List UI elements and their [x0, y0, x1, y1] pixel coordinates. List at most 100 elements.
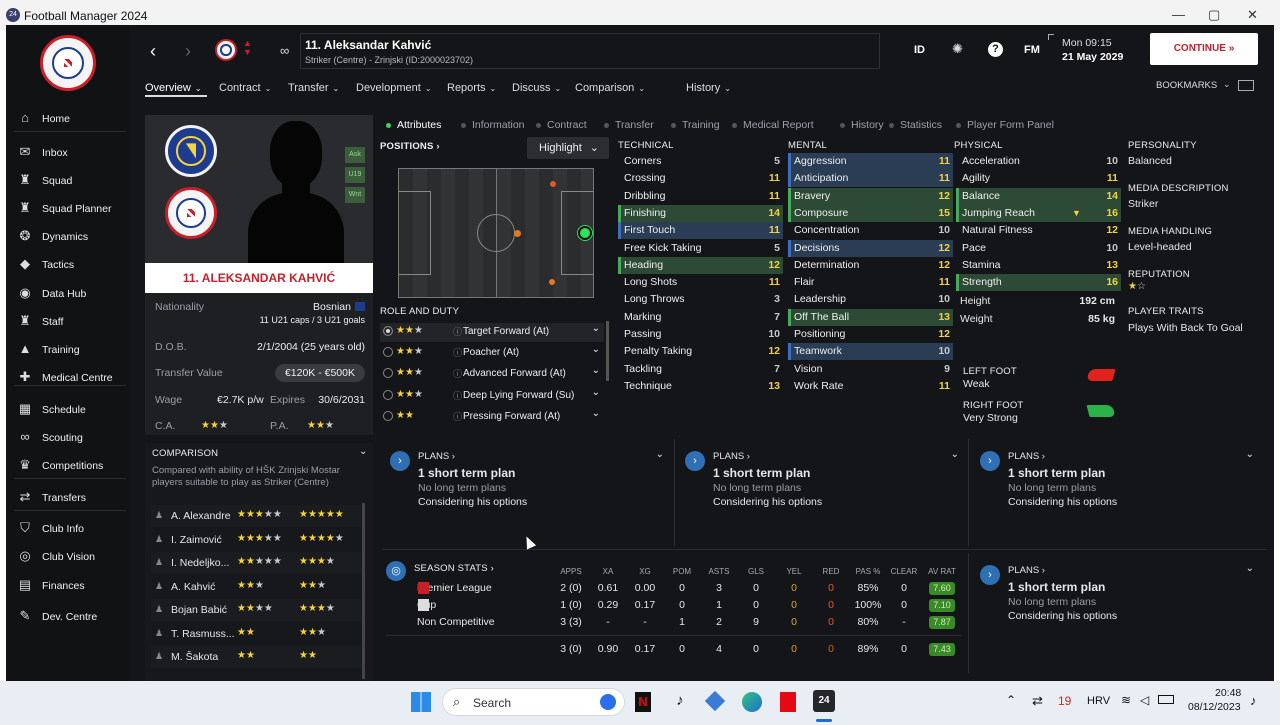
plan-dropdown-icon[interactable]: ⌄: [1246, 563, 1254, 574]
info-icon[interactable]: ⓘ: [453, 410, 462, 423]
language-indicator[interactable]: HRV: [1087, 695, 1110, 707]
attribute-row[interactable]: First Touch 11: [618, 222, 783, 240]
attribute-row[interactable]: Aggression 11: [788, 153, 953, 170]
info-icon[interactable]: ⓘ: [453, 325, 462, 338]
badge-u19[interactable]: U19: [345, 167, 365, 183]
attribute-row[interactable]: Flair 11: [788, 274, 953, 291]
plans-chevron-icon[interactable]: ›: [390, 451, 410, 471]
sidebar-item-dev-centre[interactable]: ✎ Dev. Centre: [14, 606, 130, 628]
attribute-row[interactable]: Finishing 14: [618, 204, 783, 222]
minimize-button[interactable]: —: [1172, 7, 1185, 22]
subtab-attributes[interactable]: Attributes: [386, 119, 441, 131]
transfer-value[interactable]: €120K - €500K: [274, 364, 365, 382]
comparison-row[interactable]: ♟ T. Rasmuss... ★★ ★★★: [151, 623, 361, 645]
role-row[interactable]: ★★★ ⓘ Target Forward (At) ⌄: [380, 323, 604, 342]
sidebar-item-club-info[interactable]: ⛉ Club Info: [14, 518, 130, 540]
attribute-row[interactable]: Long Throws 3: [618, 291, 783, 308]
comparison-row[interactable]: ♟ I. Zaimović ★★★★★ ★★★★★: [151, 529, 361, 551]
badge-wnt[interactable]: Wnt: [345, 187, 365, 203]
sidebar-item-data-hub[interactable]: ◉ Data Hub: [14, 283, 130, 305]
attribute-row[interactable]: Passing 10: [618, 326, 783, 343]
attribute-row[interactable]: Penalty Taking 12: [618, 343, 783, 360]
plans-heading[interactable]: PLANS ›: [1008, 451, 1045, 462]
sidebar-item-schedule[interactable]: ▦ Schedule: [14, 399, 130, 421]
chevron-down-icon[interactable]: ⌄: [592, 408, 600, 419]
attribute-row[interactable]: Concentration 10: [788, 222, 953, 239]
role-row[interactable]: ★★★ ⓘ Advanced Forward (At) ⌄: [380, 365, 604, 384]
plans-chevron-icon[interactable]: ›: [980, 451, 1000, 471]
menu-discuss[interactable]: Discuss ⌄: [512, 82, 561, 94]
attribute-row[interactable]: Tackling 7: [618, 361, 783, 378]
volume-icon[interactable]: ◁: [1140, 693, 1149, 707]
clock-date[interactable]: 08/12/2023: [1188, 701, 1241, 713]
attribute-row[interactable]: Marking 7: [618, 309, 783, 326]
role-radio[interactable]: [383, 390, 393, 400]
sidebar-item-squad[interactable]: ♜ Squad: [14, 170, 130, 192]
club-crest[interactable]: [40, 35, 96, 91]
competition-row[interactable]: Non Competitive: [417, 616, 495, 628]
attribute-row[interactable]: Natural Fitness 12: [956, 222, 1121, 239]
attribute-row[interactable]: Leadership 10: [788, 291, 953, 308]
attribute-row[interactable]: Bravery 12: [788, 187, 953, 205]
plans-heading[interactable]: PLANS ›: [418, 451, 455, 462]
info-icon[interactable]: ⓘ: [453, 346, 462, 359]
windows-start-icon[interactable]: [411, 692, 431, 712]
sidebar-item-transfers[interactable]: ⇄ Transfers: [14, 487, 130, 509]
tray-badge[interactable]: 19: [1058, 694, 1071, 708]
comparison-row[interactable]: ♟ Bojan Babić ★★★★ ★★★★: [151, 599, 361, 621]
menu-overview[interactable]: Overview ⌄: [145, 82, 202, 94]
id-button[interactable]: ID: [914, 44, 925, 56]
sidebar-item-scouting[interactable]: ∞ Scouting: [14, 427, 130, 449]
attribute-row[interactable]: Stamina 13: [956, 257, 1121, 274]
role-radio[interactable]: [383, 347, 393, 357]
chevron-down-icon[interactable]: ⌄: [592, 344, 600, 355]
attribute-row[interactable]: Teamwork 10: [788, 343, 953, 361]
comparison-scrollbar[interactable]: [362, 503, 365, 679]
tray-app-icon[interactable]: ⇄: [1032, 693, 1043, 709]
tiktok-icon[interactable]: ♪: [671, 692, 689, 712]
sidebar-item-competitions[interactable]: ♛ Competitions: [14, 455, 130, 477]
tray-chevron-icon[interactable]: ⌃: [1006, 693, 1016, 707]
role-radio[interactable]: [383, 368, 393, 378]
attribute-row[interactable]: Dribbling 11: [618, 188, 783, 205]
comparison-row[interactable]: ♟ I. Nedeljko... ★★★★★ ★★★★: [151, 552, 361, 574]
highlight-dropdown[interactable]: Highlight ⌄: [527, 137, 609, 159]
subtab-contract[interactable]: Contract: [536, 119, 587, 131]
sidebar-item-finances[interactable]: ▤ Finances: [14, 575, 130, 597]
personality-value[interactable]: Balanced: [1128, 155, 1172, 167]
chevron-down-icon[interactable]: ⌄: [592, 323, 600, 334]
attribute-row[interactable]: Decisions 12: [788, 239, 953, 257]
app-diamond-icon[interactable]: [704, 690, 726, 712]
attribute-row[interactable]: Crossing 11: [618, 170, 783, 187]
role-row[interactable]: ★★ ⓘ Pressing Forward (At) ⌄: [380, 408, 604, 427]
role-radio[interactable]: [383, 326, 393, 336]
taskbar-search[interactable]: ⌕ Search: [442, 688, 625, 716]
attribute-row[interactable]: Off The Ball 13: [788, 308, 953, 326]
sidebar-item-club-vision[interactable]: ◎ Club Vision: [14, 546, 130, 568]
chevron-down-icon[interactable]: ⌄: [592, 365, 600, 376]
subtab-player-form-panel[interactable]: Player Form Panel: [956, 119, 1054, 131]
attribute-row[interactable]: Balance 14: [956, 187, 1121, 205]
attribute-row[interactable]: Strength 16: [956, 274, 1121, 292]
comparison-row[interactable]: ♟ A. Kahvić ★★★ ★★★: [151, 576, 361, 598]
back-icon[interactable]: ‹: [150, 41, 156, 62]
subtab-medical-report[interactable]: Medical Report: [732, 119, 814, 131]
close-button[interactable]: ✕: [1247, 7, 1258, 23]
menu-transfer[interactable]: Transfer ⌄: [288, 82, 339, 94]
plan-dropdown-icon[interactable]: ⌄: [656, 449, 664, 460]
updown-icon[interactable]: ▲ ▼: [243, 39, 252, 57]
wifi-icon[interactable]: ≋: [1121, 693, 1131, 707]
netflix-app-icon[interactable]: [780, 692, 796, 712]
menu-comparison[interactable]: Comparison ⌄: [575, 82, 645, 94]
plans-heading[interactable]: PLANS ›: [1008, 565, 1045, 576]
sidebar-item-squad-planner[interactable]: ♜ Squad Planner: [14, 198, 130, 220]
attribute-row[interactable]: Jumping Reach 16: [956, 204, 1121, 222]
info-icon[interactable]: ⓘ: [453, 367, 462, 380]
sidebar-item-dynamics[interactable]: ❂ Dynamics: [14, 226, 130, 248]
traits-value[interactable]: Plays With Back To Goal: [1128, 322, 1243, 334]
role-row[interactable]: ★★★ ⓘ Deep Lying Forward (Su) ⌄: [380, 387, 604, 406]
maximize-button[interactable]: ▢: [1208, 7, 1220, 23]
mini-club-crest[interactable]: [215, 39, 237, 61]
attribute-row[interactable]: Agility 11: [956, 170, 1121, 187]
attribute-row[interactable]: Positioning 12: [788, 326, 953, 343]
